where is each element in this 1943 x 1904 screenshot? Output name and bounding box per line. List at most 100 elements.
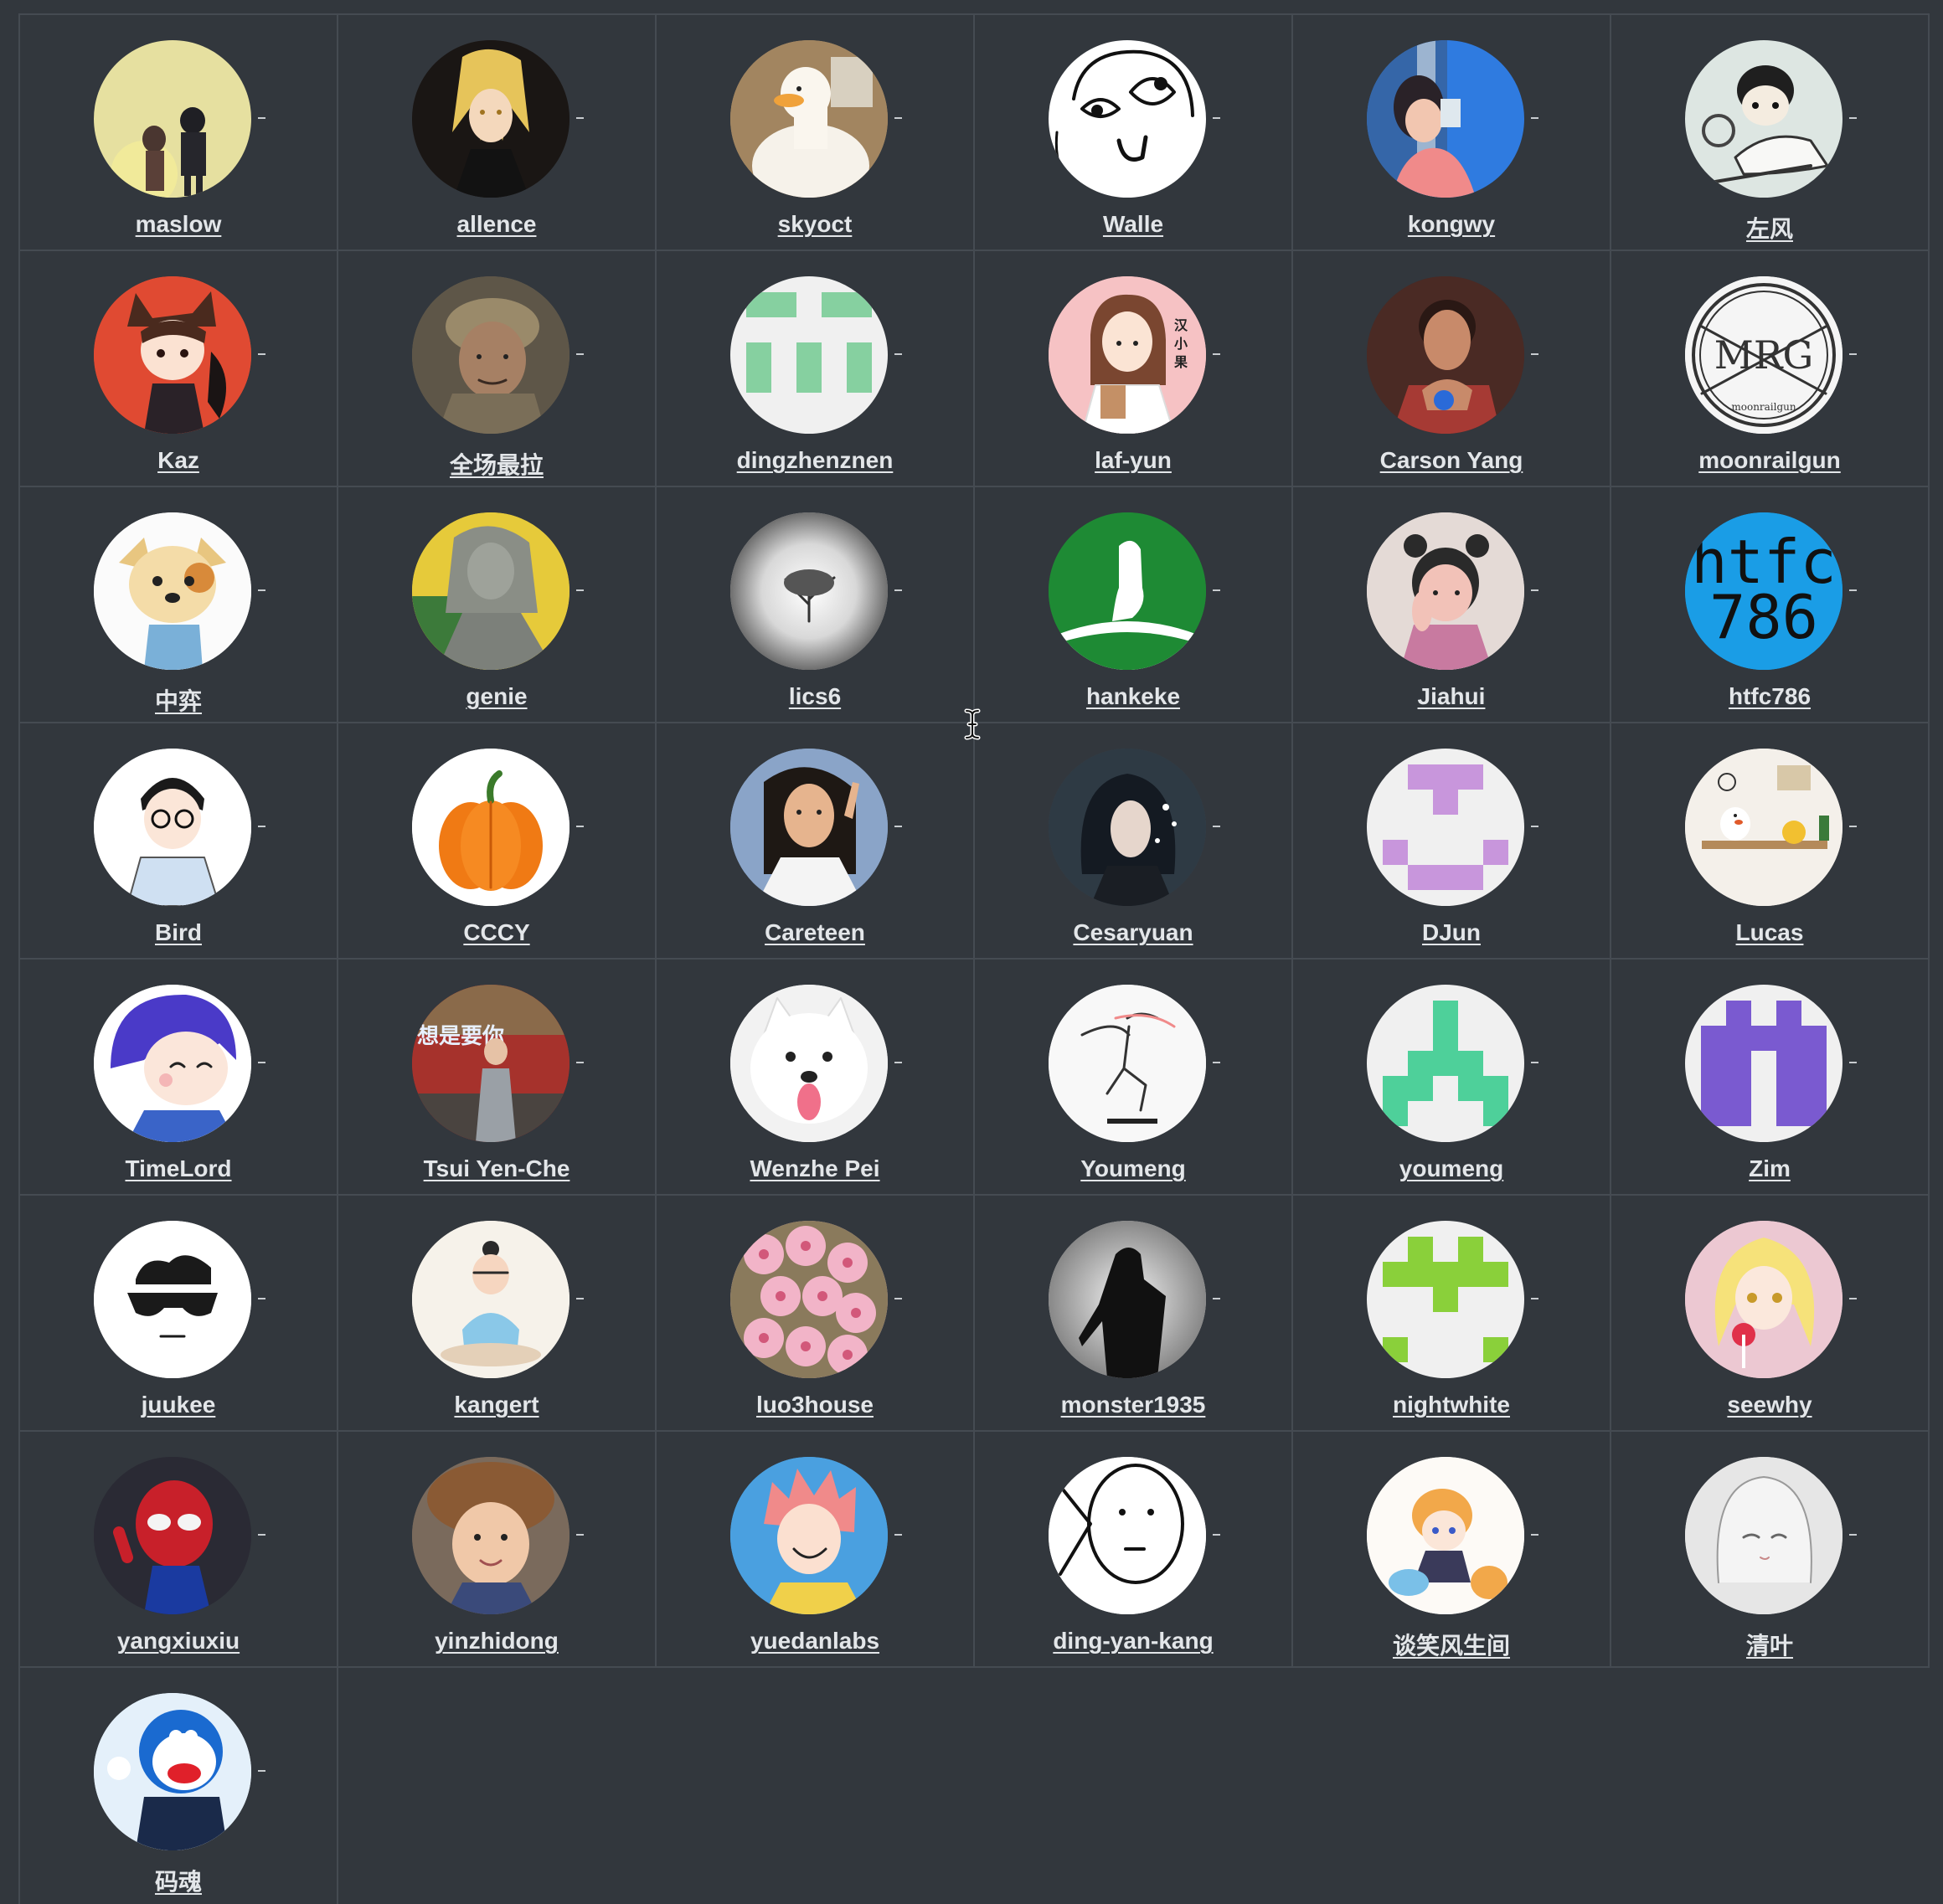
- rage-face-meme-avatar-icon[interactable]: [1049, 40, 1206, 198]
- contributor-name-link[interactable]: laf-yun: [975, 447, 1291, 474]
- contributor-name-link[interactable]: Youmeng: [975, 1155, 1291, 1182]
- lone-tree-avatar-icon[interactable]: [730, 512, 888, 670]
- contributor-name-link[interactable]: nightwhite: [1293, 1392, 1610, 1418]
- contributor-name-link[interactable]: Carson Yang: [1293, 447, 1610, 474]
- contributor-name-link[interactable]: ding-yan-kang: [975, 1628, 1291, 1654]
- cherry-blossom-avatar-icon[interactable]: [730, 1221, 888, 1378]
- contributor-name-link[interactable]: 清叶: [1611, 1628, 1928, 1661]
- contributor-card: Youmeng: [975, 960, 1293, 1196]
- contributor-name-link[interactable]: DJun: [1293, 919, 1610, 946]
- contributor-card: hankeke: [975, 487, 1293, 723]
- contributor-name-link[interactable]: monster1935: [975, 1392, 1291, 1418]
- contributor-name-link[interactable]: moonrailgun: [1611, 447, 1928, 474]
- contributor-name-link[interactable]: hankeke: [975, 683, 1291, 710]
- man-red-train-avatar-icon[interactable]: 想是要你: [412, 985, 570, 1142]
- contributor-card: 谈笑风生间: [1293, 1432, 1611, 1668]
- green-identicon-avatar-icon[interactable]: [730, 276, 888, 434]
- sunglasses-face-avatar-icon[interactable]: [94, 1221, 251, 1378]
- purple-identicon-avatar-icon[interactable]: [1367, 749, 1524, 906]
- walking-couple-avatar-icon[interactable]: [94, 40, 251, 198]
- contributor-name-link[interactable]: Zim: [1611, 1155, 1928, 1182]
- contributor-name-link[interactable]: kangert: [338, 1392, 655, 1418]
- chibi-character-cat-avatar-icon[interactable]: [1367, 1457, 1524, 1614]
- separator-dash: [576, 1298, 584, 1299]
- contributor-name-link[interactable]: 码魂: [20, 1864, 337, 1897]
- contributor-card: luo3house: [657, 1196, 975, 1432]
- contributor-name-link[interactable]: luo3house: [657, 1392, 973, 1418]
- text-cursor-icon: [964, 708, 981, 740]
- contributor-name-link[interactable]: lics6: [657, 683, 973, 710]
- contributor-name-link[interactable]: 左风: [1611, 211, 1928, 244]
- cartoon-chick-room-avatar-icon[interactable]: [1685, 749, 1842, 906]
- man-portrait-avatar-icon[interactable]: [1367, 276, 1524, 434]
- contributor-name-link[interactable]: juukee: [20, 1392, 337, 1418]
- contributor-name-link[interactable]: Wenzhe Pei: [657, 1155, 973, 1182]
- contributor-card: 全场最拉: [338, 251, 657, 487]
- statue-figure-avatar-icon[interactable]: [412, 512, 570, 670]
- soldier-silhouette-avatar-icon[interactable]: [1049, 1221, 1206, 1378]
- contributor-card: kongwy: [1293, 15, 1611, 251]
- contributor-name-link[interactable]: Bird: [20, 919, 337, 946]
- samoyed-dog-avatar-icon[interactable]: [730, 985, 888, 1142]
- contributor-name-link[interactable]: genie: [338, 683, 655, 710]
- contributor-card: kangert: [338, 1196, 657, 1432]
- meme-face-sketch-avatar-icon[interactable]: [1049, 1457, 1206, 1614]
- blonde-anime-character-avatar-icon[interactable]: [412, 40, 570, 198]
- cartoon-girl-thinking-avatar-icon[interactable]: [1367, 512, 1524, 670]
- contributor-name-link[interactable]: yangxiuxiu: [20, 1628, 337, 1654]
- cartoon-doctor-avatar-icon[interactable]: 汉小果: [1049, 276, 1206, 434]
- anime-girl-candy-avatar-icon[interactable]: [1685, 1221, 1842, 1378]
- contributor-name-link[interactable]: 全场最拉: [338, 447, 655, 481]
- contributor-name-link[interactable]: Careteen: [657, 919, 973, 946]
- contributor-name-link[interactable]: CCCY: [338, 919, 655, 946]
- contributor-name-link[interactable]: Jiahui: [1293, 683, 1610, 710]
- contributor-name-link[interactable]: yuedanlabs: [657, 1628, 973, 1654]
- teal-identicon-avatar-icon[interactable]: [1367, 985, 1524, 1142]
- contributor-name-link[interactable]: allence: [338, 211, 655, 238]
- contributor-name-link[interactable]: Cesaryuan: [975, 919, 1291, 946]
- contributor-name-link[interactable]: htfc786: [1611, 683, 1928, 710]
- contributor-name-link[interactable]: 中弈: [20, 683, 337, 717]
- anime-girl-sketch-avatar-icon[interactable]: [1685, 1457, 1842, 1614]
- cartoon-rider-avatar-icon[interactable]: [1685, 40, 1842, 198]
- soldier-photo-avatar-icon[interactable]: [412, 276, 570, 434]
- separator-dash: [894, 1062, 902, 1063]
- lime-identicon-avatar-icon[interactable]: [1367, 1221, 1524, 1378]
- doraemon-suit-avatar-icon[interactable]: [94, 1693, 251, 1850]
- contributor-name-link[interactable]: Tsui Yen-Che: [338, 1155, 655, 1182]
- contributor-name-link[interactable]: Lucas: [1611, 919, 1928, 946]
- contributor-name-link[interactable]: skyoct: [657, 211, 973, 238]
- contributor-name-link[interactable]: kongwy: [1293, 211, 1610, 238]
- white-duck-avatar-icon[interactable]: [730, 40, 888, 198]
- baby-fluffy-hair-avatar-icon[interactable]: [412, 1457, 570, 1614]
- contributor-name-link[interactable]: dingzhenznen: [657, 447, 973, 474]
- anime-girl-dark-avatar-icon[interactable]: [1049, 749, 1206, 906]
- mrg-logo-avatar-icon[interactable]: MRG moonrailgun: [1685, 276, 1842, 434]
- svg-text:小: 小: [1174, 336, 1188, 352]
- contributor-card: 汉小果 laf-yun: [975, 251, 1293, 487]
- girl-peace-sign-avatar-icon[interactable]: [730, 749, 888, 906]
- contributor-name-link[interactable]: 谈笑风生间: [1293, 1628, 1610, 1661]
- contributor-card: yangxiuxiu: [20, 1432, 338, 1668]
- pumpkin-avatar-icon[interactable]: [412, 749, 570, 906]
- contributor-name-link[interactable]: Kaz: [20, 447, 337, 474]
- contributor-name-link[interactable]: maslow: [20, 211, 337, 238]
- anime-girl-drinking-avatar-icon[interactable]: [1367, 40, 1524, 198]
- cartoon-dog-avatar-icon[interactable]: [94, 512, 251, 670]
- contributor-name-link[interactable]: TimeLord: [20, 1155, 337, 1182]
- skateboarder-sketch-avatar-icon[interactable]: [1049, 985, 1206, 1142]
- anime-boy-pink-hair-avatar-icon[interactable]: [730, 1457, 888, 1614]
- anime-boy-blue-hair-avatar-icon[interactable]: [94, 985, 251, 1142]
- indigo-identicon-avatar-icon[interactable]: [1685, 985, 1842, 1142]
- contributor-name-link[interactable]: Walle: [975, 211, 1291, 238]
- cartoon-boy-glasses-avatar-icon[interactable]: [94, 749, 251, 906]
- contributor-name-link[interactable]: youmeng: [1293, 1155, 1610, 1182]
- green-hand-logo-avatar-icon[interactable]: [1049, 512, 1206, 670]
- htfc786-text-avatar-icon[interactable]: htfc 786: [1685, 512, 1842, 670]
- chibi-boy-red-avatar-icon[interactable]: [94, 276, 251, 434]
- contributor-card: 清叶: [1611, 1432, 1930, 1668]
- meditating-girl-avatar-icon[interactable]: [412, 1221, 570, 1378]
- contributor-name-link[interactable]: seewhy: [1611, 1392, 1928, 1418]
- spiderman-avatar-icon[interactable]: [94, 1457, 251, 1614]
- contributor-name-link[interactable]: yinzhidong: [338, 1628, 655, 1654]
